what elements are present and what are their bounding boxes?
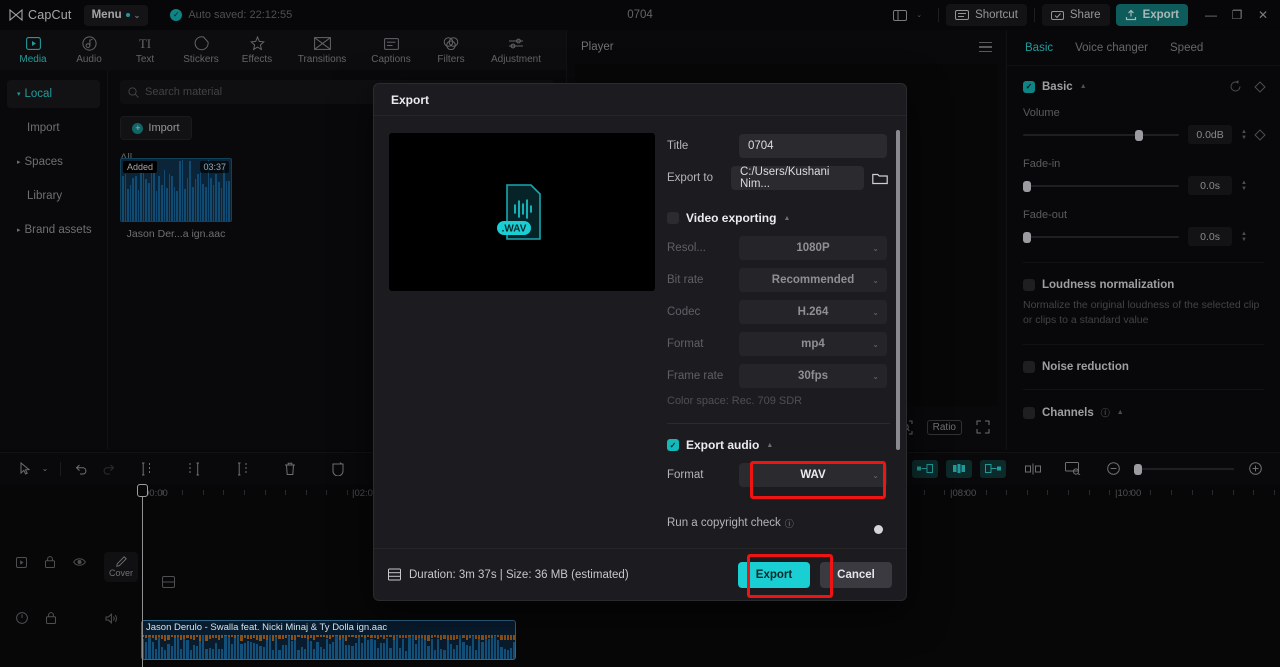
copyright-check-label: Run a copyright check ⓘ: [667, 517, 794, 530]
export-to-label: Export to: [667, 172, 714, 184]
chevron-down-icon: ⌄: [872, 243, 879, 253]
audio-clip-label: Jason Derulo - Swalla feat. Nicki Minaj …: [146, 622, 388, 633]
audio-format-label: Format: [667, 469, 704, 481]
export-preview: .WAV: [389, 133, 655, 291]
dialog-cancel-button[interactable]: Cancel: [820, 561, 892, 588]
resolution-dropdown[interactable]: 1080P ⌄: [739, 236, 887, 260]
chevron-down-icon: ⌄: [872, 339, 879, 349]
divider: [667, 423, 890, 424]
chevron-down-icon: ⌄: [872, 307, 879, 317]
audio-format-value: WAV: [800, 469, 826, 481]
film-icon: [388, 568, 401, 581]
chevron-down-icon: ⌄: [872, 470, 879, 480]
export-info: Duration: 3m 37s | Size: 36 MB (estimate…: [388, 568, 629, 581]
export-settings-column: Title 0704 Export to C:/Users/Kushani Ni…: [655, 116, 906, 548]
resolution-row: Resol... 1080P ⌄: [667, 235, 890, 261]
export-audio-checkbox[interactable]: ✓: [667, 439, 679, 451]
svg-text:.WAV: .WAV: [502, 224, 527, 235]
colorspace-text: Color space: Rec. 709 SDR: [667, 395, 803, 407]
bitrate-value: Recommended: [771, 274, 855, 286]
audio-format-dropdown[interactable]: WAV ⌄: [739, 463, 887, 487]
framerate-value: 30fps: [797, 370, 829, 382]
export-dialog: Export .WAV Title 0704 Export to C:/User…: [373, 83, 907, 601]
codec-value: H.264: [797, 306, 829, 318]
bitrate-dropdown[interactable]: Recommended ⌄: [739, 268, 887, 292]
video-exporting-checkbox[interactable]: [667, 212, 679, 224]
export-audio-label: Export audio: [686, 438, 760, 452]
export-preview-column: .WAV: [374, 116, 655, 548]
audio-format-row: Format WAV ⌄: [667, 462, 890, 488]
export-to-input[interactable]: C:/Users/Kushani Nim...: [730, 166, 865, 190]
framerate-row: Frame rate 30fps ⌄: [667, 363, 890, 389]
dialog-scrollbar[interactable]: [896, 130, 900, 450]
copyright-check-text: Run a copyright check: [667, 517, 781, 529]
title-label: Title: [667, 140, 689, 152]
info-icon[interactable]: ⓘ: [785, 517, 794, 530]
chevron-down-icon: ⌄: [872, 371, 879, 381]
codec-row: Codec H.264 ⌄: [667, 299, 890, 325]
framerate-dropdown[interactable]: 30fps ⌄: [739, 364, 887, 388]
codec-label: Codec: [667, 306, 701, 318]
dialog-footer: Duration: 3m 37s | Size: 36 MB (estimate…: [374, 548, 906, 600]
video-exporting-header: Video exporting ▲: [667, 211, 890, 225]
folder-icon[interactable]: [870, 167, 890, 189]
bitrate-row: Bit rate Recommended ⌄: [667, 267, 890, 293]
wav-file-icon: .WAV: [493, 181, 551, 243]
resolution-value: 1080P: [796, 242, 830, 254]
resolution-label: Resol...: [667, 242, 706, 254]
dialog-title: Export: [374, 84, 906, 116]
framerate-label: Frame rate: [667, 370, 724, 382]
chevron-down-icon: ⌄: [872, 275, 879, 285]
video-exporting-label: Video exporting: [686, 211, 777, 225]
export-audio-header: ✓ Export audio ▲: [667, 438, 890, 452]
chevron-up-icon[interactable]: ▲: [783, 215, 790, 222]
codec-dropdown[interactable]: H.264 ⌄: [739, 300, 887, 324]
export-to-row: Export to C:/Users/Kushani Nim...: [667, 165, 890, 191]
title-input[interactable]: 0704: [739, 134, 887, 158]
video-format-label: Format: [667, 338, 704, 350]
dialog-export-button[interactable]: Export: [738, 561, 810, 588]
video-format-row: Format mp4 ⌄: [667, 331, 890, 357]
video-format-value: mp4: [801, 338, 825, 350]
video-format-dropdown[interactable]: mp4 ⌄: [739, 332, 887, 356]
title-row: Title 0704: [667, 133, 890, 159]
bitrate-label: Bit rate: [667, 274, 704, 286]
chevron-up-icon[interactable]: ▲: [766, 442, 773, 449]
duration-size-text: Duration: 3m 37s | Size: 36 MB (estimate…: [409, 568, 629, 581]
copyright-check-row: Run a copyright check ⓘ: [667, 510, 890, 536]
